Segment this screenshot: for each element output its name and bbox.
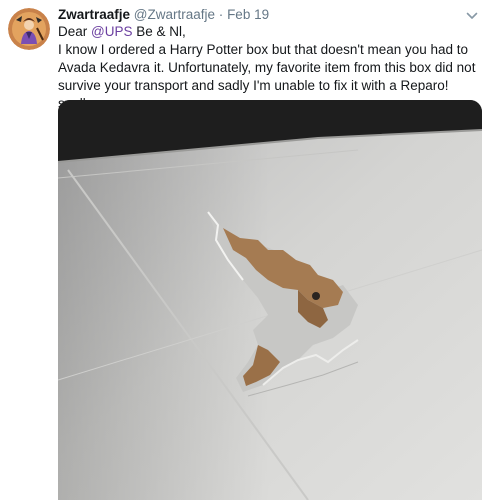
photo-damaged-cardboard-box (58, 100, 482, 500)
mention-link[interactable]: @UPS (91, 24, 132, 39)
author-handle[interactable]: @Zwartraafje (134, 7, 215, 22)
tweet: Zwartraafje @Zwartraafje · Feb 19 Dear @… (0, 0, 487, 500)
avatar[interactable] (8, 8, 50, 50)
tweet-header: Zwartraafje @Zwartraafje · Feb 19 (58, 6, 269, 24)
tweet-date[interactable]: Feb 19 (227, 7, 269, 22)
greeting-prefix: Dear (58, 24, 92, 39)
tweet-greeting: Dear @UPS Be & Nl, (58, 23, 478, 41)
chevron-down-icon[interactable] (465, 9, 479, 23)
separator: · (218, 7, 224, 22)
greeting-suffix: Be & Nl, (132, 24, 186, 39)
author-name[interactable]: Zwartraafje (58, 7, 130, 22)
tweet-photo[interactable] (58, 100, 482, 500)
